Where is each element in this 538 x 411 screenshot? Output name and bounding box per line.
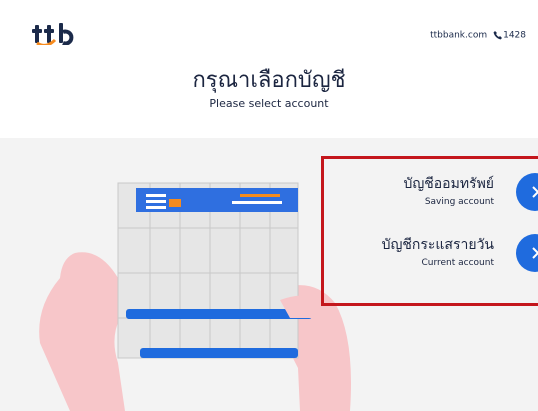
current-account-label-en: Current account	[421, 258, 494, 268]
header: ttbbank.com 1428 กรุณาเลือกบัญชี Please s…	[0, 0, 538, 138]
phone-icon	[493, 31, 503, 40]
ttb-logo[interactable]	[32, 23, 78, 45]
account-options-highlight: บัญชีออมทรัพย์ Saving account บัญชีกระแส…	[321, 156, 538, 306]
contact-info: ttbbank.com 1428	[430, 30, 526, 41]
current-account-label-th: บัญชีกระแสรายวัน	[381, 237, 494, 253]
saving-account-label-th: บัญชีออมทรัพย์	[403, 176, 494, 192]
saving-account-arrow-button[interactable]	[516, 173, 538, 211]
chevron-right-icon	[532, 186, 538, 198]
page-subtitle: Please select account	[209, 97, 329, 110]
page-title: กรุณาเลือกบัญชี	[192, 68, 346, 93]
current-account-arrow-button[interactable]	[516, 234, 538, 272]
phone-number[interactable]: 1428	[503, 31, 526, 41]
chevron-right-icon	[532, 247, 538, 259]
saving-account-label-en: Saving account	[424, 197, 494, 207]
website-link[interactable]: ttbbank.com	[430, 31, 487, 41]
